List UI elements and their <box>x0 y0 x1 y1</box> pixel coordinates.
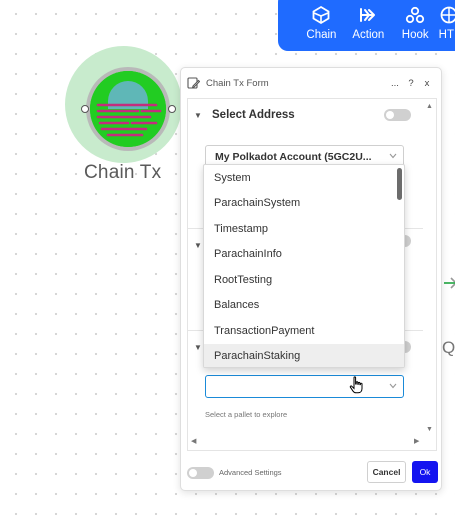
dropdown-option[interactable]: System <box>204 165 404 191</box>
toolbar-chain-label: Chain <box>306 29 337 41</box>
chain-tx-node-label: Chain Tx <box>84 162 162 183</box>
globe-icon <box>440 6 455 24</box>
node-output-port[interactable] <box>168 105 176 113</box>
scroll-down-arrow-icon[interactable]: ▼ <box>426 426 433 433</box>
form-footer: Advanced Settings Cancel Ok <box>181 458 443 488</box>
hand-cursor-icon <box>349 376 363 394</box>
ok-button[interactable]: Ok <box>412 461 438 483</box>
close-button[interactable]: x <box>419 78 435 89</box>
node-input-port[interactable] <box>81 105 89 113</box>
hook-icon <box>406 6 425 24</box>
dropdown-option[interactable]: RootTesting <box>204 267 404 293</box>
dropdown-scrollbar-thumb[interactable] <box>397 168 402 200</box>
collapse-triangle-icon: ▼ <box>194 110 202 120</box>
toolbar: Chain Action Hook HT <box>278 0 455 51</box>
chevron-down-icon <box>389 153 397 159</box>
vertical-scrollbar[interactable]: ▲ ▼ <box>423 99 436 450</box>
partial-node-label: Q <box>442 338 455 357</box>
pallet-select[interactable] <box>205 375 404 398</box>
toolbar-action-button[interactable]: Action <box>345 5 392 41</box>
chain-icon <box>313 5 330 25</box>
chevron-down-icon <box>389 383 397 389</box>
dropdown-option[interactable]: ParachainInfo <box>204 242 404 268</box>
section-title: Select Address <box>212 109 295 121</box>
dropdown-option[interactable]: ParachainStaking <box>204 343 404 367</box>
toolbar-hook-button[interactable]: Hook <box>392 5 439 41</box>
dropdown-option[interactable]: ParachainSystem <box>204 191 404 217</box>
advanced-settings-label: Advanced Settings <box>219 468 282 477</box>
chain-tx-node[interactable] <box>90 71 166 147</box>
pallet-dropdown-list[interactable]: System ParachainSystem Timestamp Paracha… <box>203 164 405 368</box>
more-options-button[interactable]: ... <box>387 78 403 89</box>
toolbar-action-label: Action <box>352 29 385 41</box>
address-select-value: My Polkadot Account (5GC2U... <box>215 150 372 163</box>
edge-arrow-icon <box>444 277 455 289</box>
form-header[interactable]: Chain Tx Form ... ? x <box>181 68 441 98</box>
dropdown-option[interactable]: Balances <box>204 293 404 319</box>
form-title: Chain Tx Form <box>206 77 269 89</box>
toolbar-http-label: HT <box>438 29 455 41</box>
dropdown-option[interactable]: Timestamp <box>204 216 404 242</box>
action-arrow-icon <box>360 8 376 22</box>
dropdown-option[interactable]: TransactionPayment <box>204 318 404 344</box>
help-button[interactable]: ? <box>403 78 419 89</box>
select-address-toggle[interactable] <box>384 109 411 121</box>
scroll-left-arrow-icon[interactable]: ◀ <box>191 437 196 445</box>
chain-tx-node-icon <box>90 71 166 147</box>
form-edit-icon <box>187 76 200 89</box>
scroll-right-arrow-icon[interactable]: ▶ <box>414 437 419 445</box>
horizontal-scrollbar[interactable]: ◀ ▶ <box>188 436 425 450</box>
toolbar-hook-label: Hook <box>401 29 429 41</box>
advanced-settings-toggle[interactable] <box>187 467 214 479</box>
pallet-select-hint: Select a pallet to explore <box>205 410 288 419</box>
toolbar-chain-button[interactable]: Chain <box>298 5 345 41</box>
toolbar-http-button[interactable]: HT <box>439 5 455 41</box>
cancel-button[interactable]: Cancel <box>367 461 406 483</box>
scroll-up-arrow-icon[interactable]: ▲ <box>426 103 433 110</box>
